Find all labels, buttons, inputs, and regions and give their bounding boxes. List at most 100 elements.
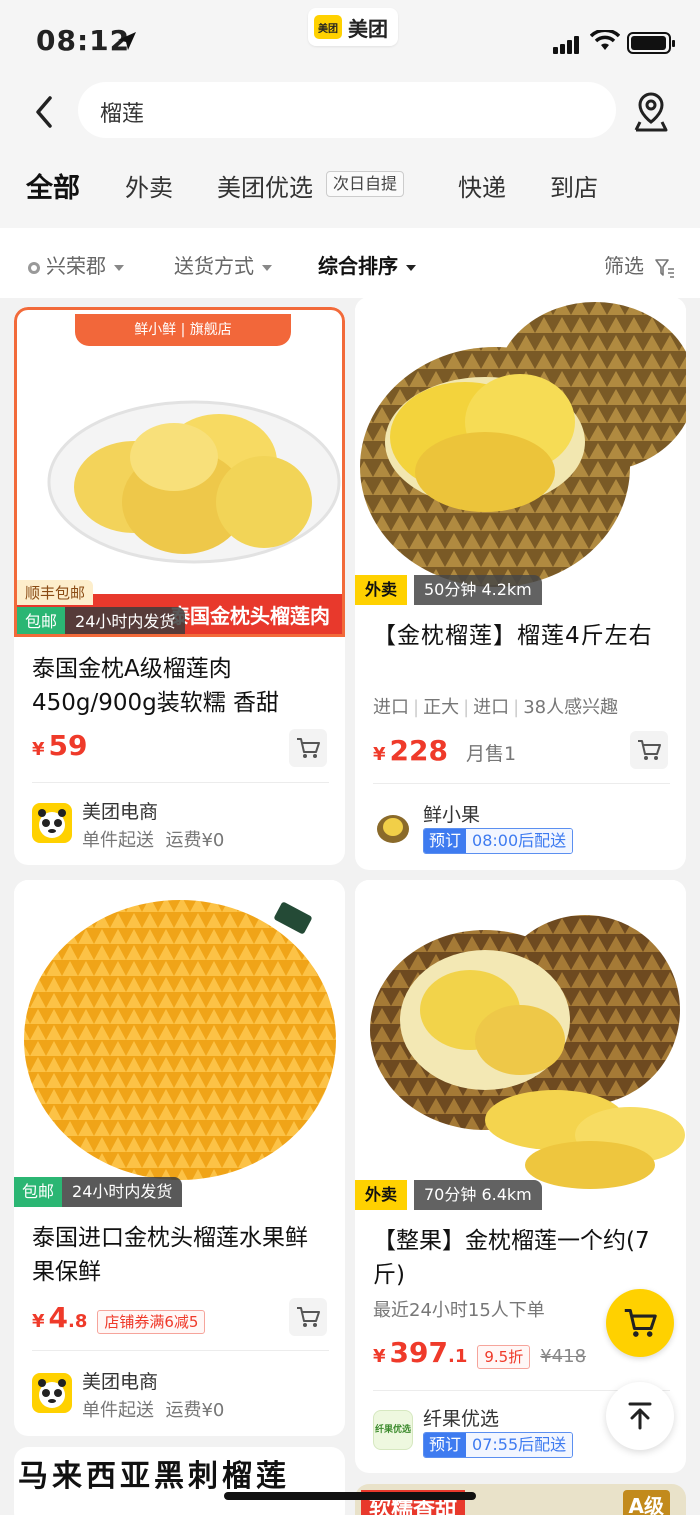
search-input[interactable]: 榴莲 bbox=[78, 82, 616, 138]
delivery-filter[interactable]: 送货方式 bbox=[174, 250, 272, 279]
divider bbox=[32, 782, 329, 783]
tab-youxuan[interactable]: 美团优选 bbox=[217, 168, 313, 203]
min-order-text: 单件起送 bbox=[82, 830, 154, 851]
durian-whole-photo bbox=[24, 900, 336, 1180]
preorder-badge: 预订 08:00后配送 bbox=[423, 828, 574, 854]
location-icon bbox=[28, 261, 40, 274]
wifi-icon bbox=[590, 30, 620, 50]
coupon-badge: 店铺券满6减5 bbox=[97, 1310, 206, 1334]
price-decimal: .1 bbox=[447, 1346, 468, 1367]
search-query: 榴莲 bbox=[100, 102, 145, 127]
product-card[interactable]: 马来西亚黑刺榴莲 bbox=[14, 1447, 345, 1515]
divider bbox=[373, 783, 670, 784]
preorder-label: 预订 bbox=[424, 829, 467, 853]
shop-name[interactable]: 美团电商 bbox=[82, 797, 158, 824]
product-title: 泰国金枕A级榴莲肉450g/900g装软糯 香甜 bbox=[32, 656, 280, 716]
product-price: ¥4.8 店铺券满6减5 bbox=[32, 1301, 206, 1334]
product-title: 泰国进口金枕头榴莲水果鲜果保鲜 bbox=[32, 1225, 308, 1285]
app-logo: 美团 bbox=[314, 15, 342, 39]
sort-filter[interactable]: 综合排序 bbox=[318, 250, 416, 279]
min-order-text: 单件起送 bbox=[82, 1400, 154, 1421]
chevron-down-icon bbox=[114, 264, 124, 271]
add-to-cart-button[interactable] bbox=[289, 729, 327, 767]
ship-time-badge: 24小时内发货 bbox=[62, 1177, 183, 1207]
tab-label: 全部 bbox=[26, 173, 80, 204]
preorder-time: 07:55后配送 bbox=[466, 1433, 573, 1457]
product-price: ¥397.1 9.5折 ¥418 bbox=[373, 1336, 586, 1369]
location-filter[interactable]: 兴荣郡 bbox=[28, 250, 124, 279]
cart-icon bbox=[624, 1309, 657, 1337]
recent-orders: 最近24小时15人下单 bbox=[373, 1300, 545, 1321]
product-card[interactable]: 鲜小鲜 | 旗舰店 泰国金枕头榴莲肉 顺丰包邮 包邮 24小时内发货 泰国金枕A… bbox=[14, 307, 345, 865]
tab-express[interactable]: 快递 bbox=[458, 168, 506, 203]
delivery-type-tag: 外卖 bbox=[355, 575, 408, 605]
product-price: ¥59 bbox=[32, 729, 88, 762]
add-to-cart-button[interactable] bbox=[289, 1298, 327, 1336]
map-pin-icon[interactable] bbox=[632, 90, 670, 134]
shop-sub: 单件起送 运费¥0 bbox=[82, 1396, 224, 1422]
back-to-top-button[interactable] bbox=[606, 1382, 674, 1450]
discount-badge: 9.5折 bbox=[477, 1345, 531, 1369]
shop-name[interactable]: 鲜小果 bbox=[423, 800, 480, 827]
filter-bar: 兴荣郡 送货方式 综合排序 筛选 bbox=[0, 228, 700, 298]
product-image: 外卖 70分钟 6.4km bbox=[355, 880, 686, 1210]
attribute: 进口 bbox=[473, 697, 510, 718]
attribute: 进口 bbox=[373, 697, 409, 718]
sort-filter-label: 综合排序 bbox=[318, 254, 398, 278]
home-indicator[interactable] bbox=[224, 1492, 476, 1500]
badge-row: 包邮 24小时内发货 bbox=[17, 607, 186, 634]
product-attributes: 进口 | 正大 | 进口 | 38人感兴趣 bbox=[373, 697, 619, 718]
delivery-info-tag: 70分钟 6.4km bbox=[414, 1180, 542, 1210]
delivery-fee-text: 运费¥0 bbox=[165, 830, 225, 851]
original-price: ¥418 bbox=[540, 1346, 587, 1367]
delivery-fee-text: 运费¥0 bbox=[165, 1400, 225, 1421]
shop-sub: 单件起送 运费¥0 bbox=[82, 826, 224, 852]
app-indicator[interactable]: 美团 美团 bbox=[308, 8, 398, 46]
tab-delivery[interactable]: 外卖 bbox=[125, 168, 173, 203]
price-value: 397 bbox=[389, 1336, 448, 1369]
shipping-badge: 顺丰包邮 bbox=[17, 580, 94, 605]
floating-cart-button[interactable] bbox=[606, 1289, 674, 1357]
chevron-down-icon bbox=[262, 264, 272, 271]
attribute: 38人感兴趣 bbox=[523, 697, 619, 718]
battery-icon bbox=[627, 32, 675, 54]
product-image: 鲜小鲜 | 旗舰店 泰国金枕头榴莲肉 顺丰包邮 包邮 24小时内发货 bbox=[14, 307, 345, 637]
cart-icon bbox=[297, 738, 320, 758]
back-icon[interactable] bbox=[30, 92, 60, 132]
product-card[interactable]: 包邮 24小时内发货 泰国进口金枕头榴莲水果鲜果保鲜 ¥4.8 店铺券满6减5 美… bbox=[14, 880, 345, 1436]
back-to-top-icon bbox=[628, 1402, 652, 1430]
delivery-info-tag: 50分钟 4.2km bbox=[414, 575, 542, 605]
category-tabs: 全部 外卖 美团优选 次日自提 快递 到店 bbox=[0, 144, 700, 228]
attribute: 正大 bbox=[423, 697, 460, 718]
shop-logo bbox=[373, 807, 413, 847]
divider bbox=[32, 1350, 329, 1351]
preorder-badge: 预订 07:55后配送 bbox=[423, 1432, 574, 1458]
filter-icon bbox=[655, 258, 675, 278]
status-bar: 08:12 美团 美团 bbox=[0, 0, 700, 80]
cart-icon bbox=[638, 740, 661, 760]
shop-logo bbox=[32, 803, 72, 843]
tab-all[interactable]: 全部 bbox=[26, 166, 80, 205]
badge-row: 包邮 24小时内发货 bbox=[14, 1177, 183, 1207]
preorder-time: 08:00后配送 bbox=[466, 829, 573, 853]
search-row: 榴莲 bbox=[0, 80, 700, 144]
price-decimal: .8 bbox=[68, 1311, 88, 1332]
price-currency: ¥ bbox=[32, 739, 45, 760]
price-value: 4 bbox=[48, 1301, 69, 1334]
product-image: 包邮 24小时内发货 bbox=[14, 880, 345, 1207]
location-filter-label: 兴荣郡 bbox=[46, 254, 106, 278]
price-currency: ¥ bbox=[373, 1346, 386, 1367]
tab-instore[interactable]: 到店 bbox=[550, 168, 598, 203]
shop-name[interactable]: 纤果优选 bbox=[423, 1404, 499, 1431]
ship-time-badge: 24小时内发货 bbox=[65, 607, 186, 634]
add-to-cart-button[interactable] bbox=[630, 731, 668, 769]
product-title: 【金枕榴莲】榴莲4斤左右 bbox=[373, 623, 653, 649]
product-card[interactable]: 外卖 50分钟 4.2km 【金枕榴莲】榴莲4斤左右 进口 | 正大 | 进口 | 38人感… bbox=[355, 297, 686, 870]
app-name: 美团 bbox=[348, 16, 388, 41]
free-shipping-badge: 包邮 bbox=[17, 607, 66, 634]
shop-name[interactable]: 美团电商 bbox=[82, 1367, 158, 1394]
filter-button[interactable]: 筛选 bbox=[604, 250, 676, 279]
preorder-label: 预订 bbox=[424, 1433, 467, 1457]
grade-badge: A级 bbox=[622, 1490, 670, 1515]
product-price: ¥228 月售1 bbox=[373, 734, 516, 767]
